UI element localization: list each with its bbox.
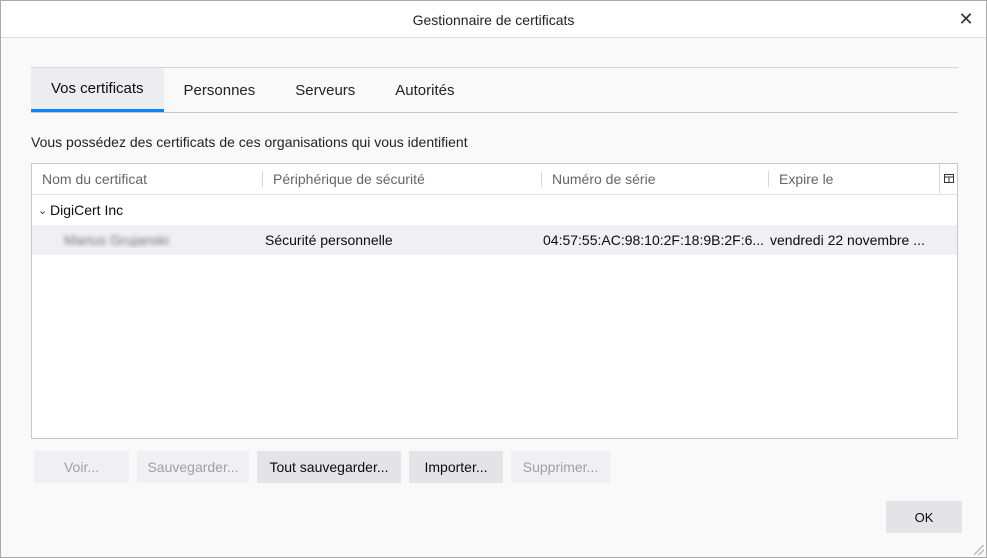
tab-servers[interactable]: Serveurs (275, 68, 375, 112)
group-name: DigiCert Inc (50, 202, 124, 218)
tab-bar: Vos certificats Personnes Serveurs Autor… (31, 67, 958, 113)
column-header-expires[interactable]: Expire le (768, 171, 939, 187)
certificate-tree[interactable]: Nom du certificat Périphérique de sécuri… (31, 163, 958, 439)
close-icon: ✕ (958, 8, 974, 29)
certificate-manager-window: Gestionnaire de certificats ✕ Vos certif… (0, 0, 987, 558)
certificate-name-redacted: Marius Grujanski (64, 232, 170, 248)
import-button[interactable]: Importer... (409, 451, 503, 483)
tab-your-certificates[interactable]: Vos certificats (31, 68, 164, 112)
tree-group-row[interactable]: ⌄ DigiCert Inc (32, 195, 957, 225)
column-header-device[interactable]: Périphérique de sécurité (262, 171, 541, 187)
tab-authorities[interactable]: Autorités (375, 68, 474, 112)
view-button[interactable]: Voir... (34, 451, 129, 483)
column-header-serial[interactable]: Numéro de série (541, 171, 768, 187)
column-header-name[interactable]: Nom du certificat (32, 171, 262, 187)
cell-security-device: Sécurité personnelle (265, 232, 393, 248)
cell-expiry-date: vendredi 22 novembre ... (770, 232, 925, 248)
close-button[interactable]: ✕ (952, 7, 980, 31)
cell-certificate-name: Marius Grujanski (32, 232, 262, 248)
tab-people[interactable]: Personnes (164, 68, 276, 112)
tree-header: Nom du certificat Périphérique de sécuri… (32, 164, 957, 195)
tab-description: Vous possédez des certificats de ces org… (31, 134, 468, 150)
title-bar: Gestionnaire de certificats ✕ (1, 1, 986, 38)
cell-serial-number: 04:57:55:AC:98:10:2F:18:9B:2F:6... (543, 232, 765, 248)
save-button[interactable]: Sauvegarder... (137, 451, 249, 483)
table-row[interactable]: Marius Grujanski Sécurité personnelle 04… (32, 225, 957, 255)
chevron-down-icon[interactable]: ⌄ (38, 204, 50, 217)
ok-button[interactable]: OK (886, 501, 962, 533)
resize-grip[interactable] (974, 545, 984, 555)
save-all-button[interactable]: Tout sauvegarder... (257, 451, 401, 483)
column-picker-icon (943, 174, 954, 183)
delete-button[interactable]: Supprimer... (511, 451, 610, 483)
column-picker-button[interactable] (939, 164, 957, 194)
window-title: Gestionnaire de certificats (412, 12, 575, 28)
